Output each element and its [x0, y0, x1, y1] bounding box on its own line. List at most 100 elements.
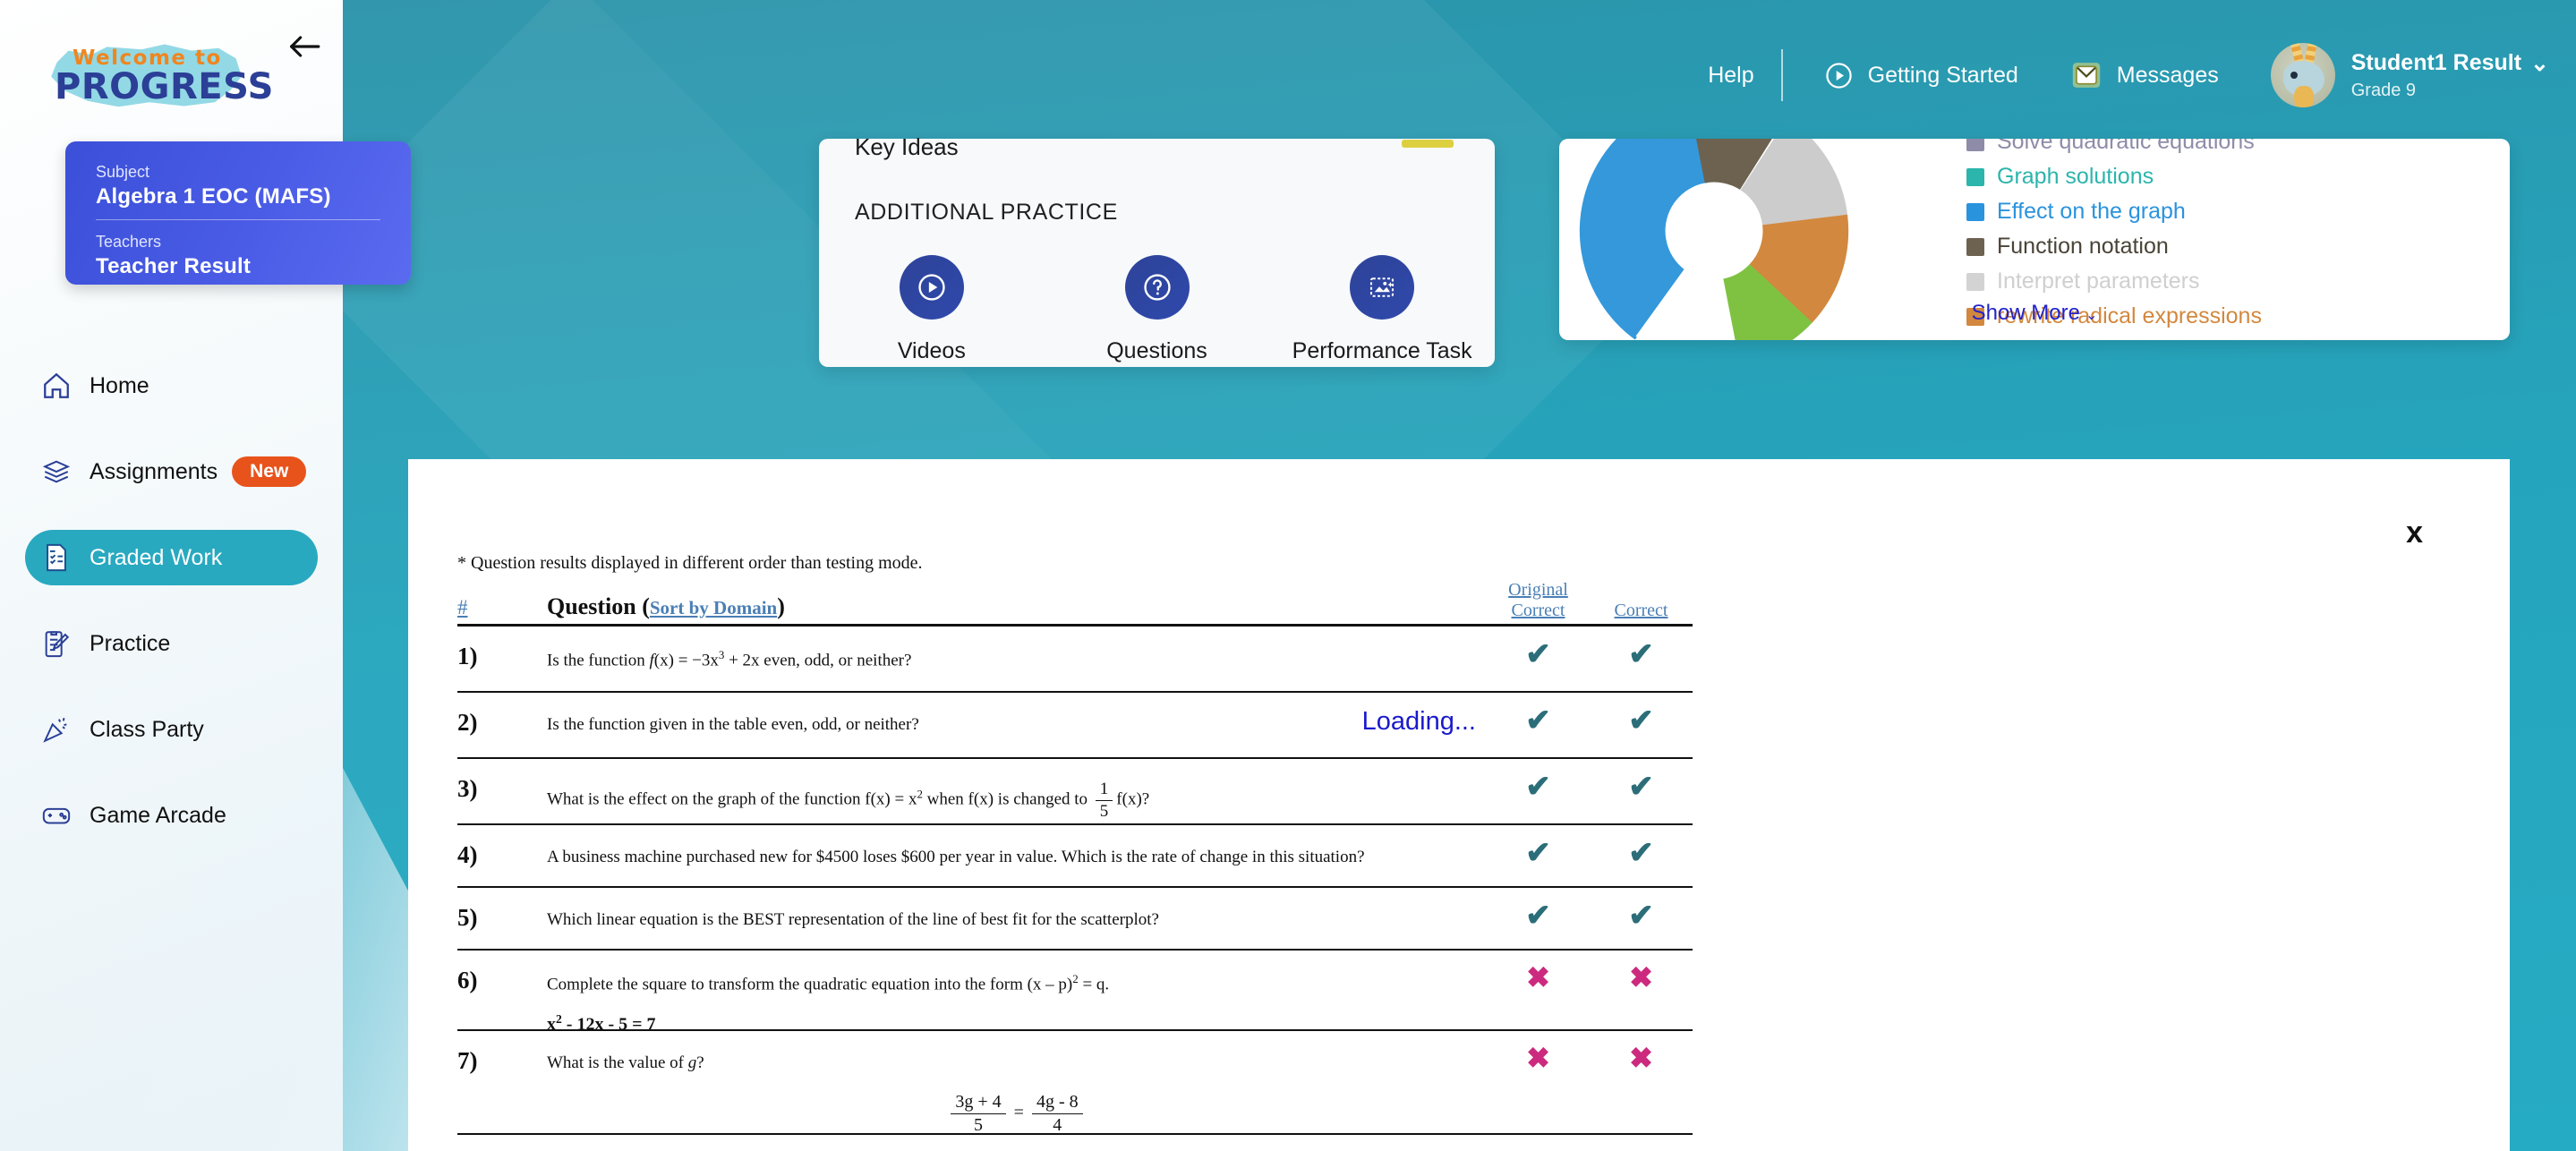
row-question: What is the effect on the graph of the f… [547, 780, 1150, 821]
help-link[interactable]: Help [1708, 63, 1780, 89]
row-number: 8) [457, 1135, 547, 1151]
fraction-numerator: 4g - 8 [1031, 1091, 1083, 1114]
additional-practice-items: Videos Questions Performance Task [819, 255, 1495, 364]
table-row: 5) Which linear equation is the BEST rep… [457, 888, 1693, 949]
results-table: # Question (Sort by Domain) Original Cor… [457, 574, 1693, 1151]
show-more-button[interactable]: Show More ⌄ [1559, 301, 2510, 326]
row-number: 2) [457, 709, 478, 736]
results-note: * Question results displayed in differen… [457, 553, 923, 573]
check-icon: ✔ [1525, 836, 1551, 870]
check-icon: ✔ [1525, 899, 1551, 933]
original-correct-line1: Original [1508, 580, 1568, 600]
assignments-icon [36, 451, 77, 492]
legend-item-function-notation[interactable]: Function notation [1966, 229, 2503, 264]
check-icon: ✔ [1628, 899, 1654, 933]
getting-started-button[interactable]: Getting Started [1824, 61, 2018, 90]
row-question-text: Complete the square to transform the qua… [547, 972, 1110, 994]
row-number: 5) [457, 904, 478, 931]
additional-practice-card: Key Ideas ADDITIONAL PRACTICE Videos Que… [819, 133, 1495, 367]
row-number: 6) [457, 967, 478, 993]
check-icon: ✔ [1628, 1146, 1654, 1151]
subject-value: Algebra 1 EOC (MAFS) [96, 184, 331, 209]
row-number: 7) [457, 1047, 478, 1074]
legend-swatch [1966, 272, 1984, 291]
back-arrow-icon[interactable] [277, 20, 331, 73]
row-correct: ✔ [1590, 693, 1693, 736]
avatar-body [2293, 86, 2314, 107]
practice-item-label: Questions [1106, 338, 1207, 363]
loading-indicator: Loading... [1361, 707, 1476, 736]
sidebar-item-practice[interactable]: Practice [25, 616, 318, 671]
practice-item-questions[interactable]: Questions [1045, 255, 1270, 364]
fraction-right: 4g - 8 4 [1031, 1091, 1083, 1137]
sort-by-domain-link[interactable]: Sort by Domain [650, 597, 777, 618]
close-icon[interactable]: x [2406, 516, 2423, 550]
table-row: 7) What is the value of g? 3g + 4 5 = 4g… [457, 1031, 1693, 1135]
home-icon [36, 365, 77, 406]
legend-label: Effect on the graph [1997, 199, 2186, 224]
original-correct-line2: Correct [1511, 601, 1565, 620]
column-header-original-correct[interactable]: Original Correct [1487, 580, 1590, 624]
sidebar-item-game-arcade[interactable]: Game Arcade [25, 788, 318, 843]
row-correct: ✖ [1590, 1031, 1693, 1072]
table-row: 2) Is the function given in the table ev… [457, 693, 1693, 757]
row-question: Is the function given in the table even,… [547, 715, 919, 734]
row-original-correct: ✔ [1487, 693, 1590, 736]
sidebar-item-label: Class Party [90, 716, 204, 742]
check-icon: ✔ [1525, 637, 1551, 671]
practice-item-videos[interactable]: Videos [819, 255, 1045, 364]
sidebar-item-label: Graded Work [90, 544, 223, 570]
row-question: What is the value of g? 3g + 4 5 = 4g - … [547, 1031, 1487, 1137]
question-results-panel: x * Question results displayed in differ… [408, 459, 2510, 1151]
legend-item-graph-solutions[interactable]: Graph solutions [1966, 159, 2503, 194]
assignments-new-badge: New [232, 456, 307, 487]
sidebar-item-label: Home [90, 372, 149, 398]
row-original-correct: ✖ [1487, 951, 1590, 992]
chevron-down-icon: ⌄ [2530, 50, 2549, 76]
teachers-value: Teacher Result [96, 253, 252, 278]
teachers-label: Teachers [96, 232, 162, 251]
legend-swatch [1966, 237, 1984, 256]
practice-item-performance-task[interactable]: Performance Task [1269, 255, 1495, 364]
table-row: 4) A business machine purchased new for … [457, 825, 1693, 886]
show-more-label: Show More [1971, 301, 2080, 325]
key-ideas-label: Key Ideas [855, 133, 959, 160]
user-menu[interactable]: Student1 Result ⌄ Grade 9 [2270, 43, 2549, 107]
legend-item-interpret-parameters[interactable]: Interpret parameters [1966, 264, 2503, 299]
check-icon: ✔ [1628, 637, 1654, 671]
domain-breakdown-card: Solve quadratic equations Graph solution… [1559, 139, 2510, 340]
getting-started-label: Getting Started [1867, 62, 2018, 88]
cross-icon: ✖ [1526, 1146, 1550, 1151]
messages-label: Messages [2116, 62, 2219, 88]
cross-icon: ✖ [1526, 961, 1550, 993]
table-row: 8) Find f(-2). f(x) = 9x2 - 5x + 2 ✖ ✔ [457, 1135, 1693, 1151]
column-header-correct[interactable]: Correct [1590, 601, 1693, 624]
row-sub-equation: 3g + 4 5 = 4g - 8 4 [547, 1091, 1487, 1137]
play-circle-icon [1824, 61, 1854, 90]
row-correct: ✔ [1590, 759, 1693, 802]
sidebar-item-graded-work[interactable]: Graded Work [25, 530, 318, 585]
subject-label: Subject [96, 163, 150, 181]
key-ideas-progress-bar [1402, 140, 1454, 148]
column-header-question: Question (Sort by Domain) [547, 593, 785, 619]
sidebar-item-class-party[interactable]: Class Party [25, 702, 318, 757]
check-icon: ✔ [1628, 703, 1654, 737]
cross-icon: ✖ [1526, 1042, 1550, 1074]
legend-label: Interpret parameters [1997, 269, 2200, 294]
fraction-numerator: 3g + 4 [951, 1091, 1006, 1114]
sidebar-item-assignments[interactable]: Assignments New [25, 444, 318, 499]
legend-label: Graph solutions [1997, 164, 2154, 189]
column-header-number[interactable]: # [457, 596, 547, 624]
legend-item-effect-on-the-graph[interactable]: Effect on the graph [1966, 194, 2503, 229]
topbar-divider [1780, 49, 1783, 101]
messages-button[interactable]: Messages [2070, 59, 2219, 91]
sidebar-item-home[interactable]: Home [25, 358, 318, 414]
table-row: 3) What is the effect on the graph of th… [457, 759, 1693, 823]
row-correct: ✖ [1590, 951, 1693, 992]
correct-label: Correct [1614, 601, 1668, 620]
check-icon: ✔ [1628, 770, 1654, 804]
sidebar-item-label: Practice [90, 630, 171, 656]
row-original-correct: ✖ [1487, 1031, 1590, 1072]
column-header-question-label: Question [547, 593, 636, 619]
row-original-correct: ✔ [1487, 759, 1590, 802]
